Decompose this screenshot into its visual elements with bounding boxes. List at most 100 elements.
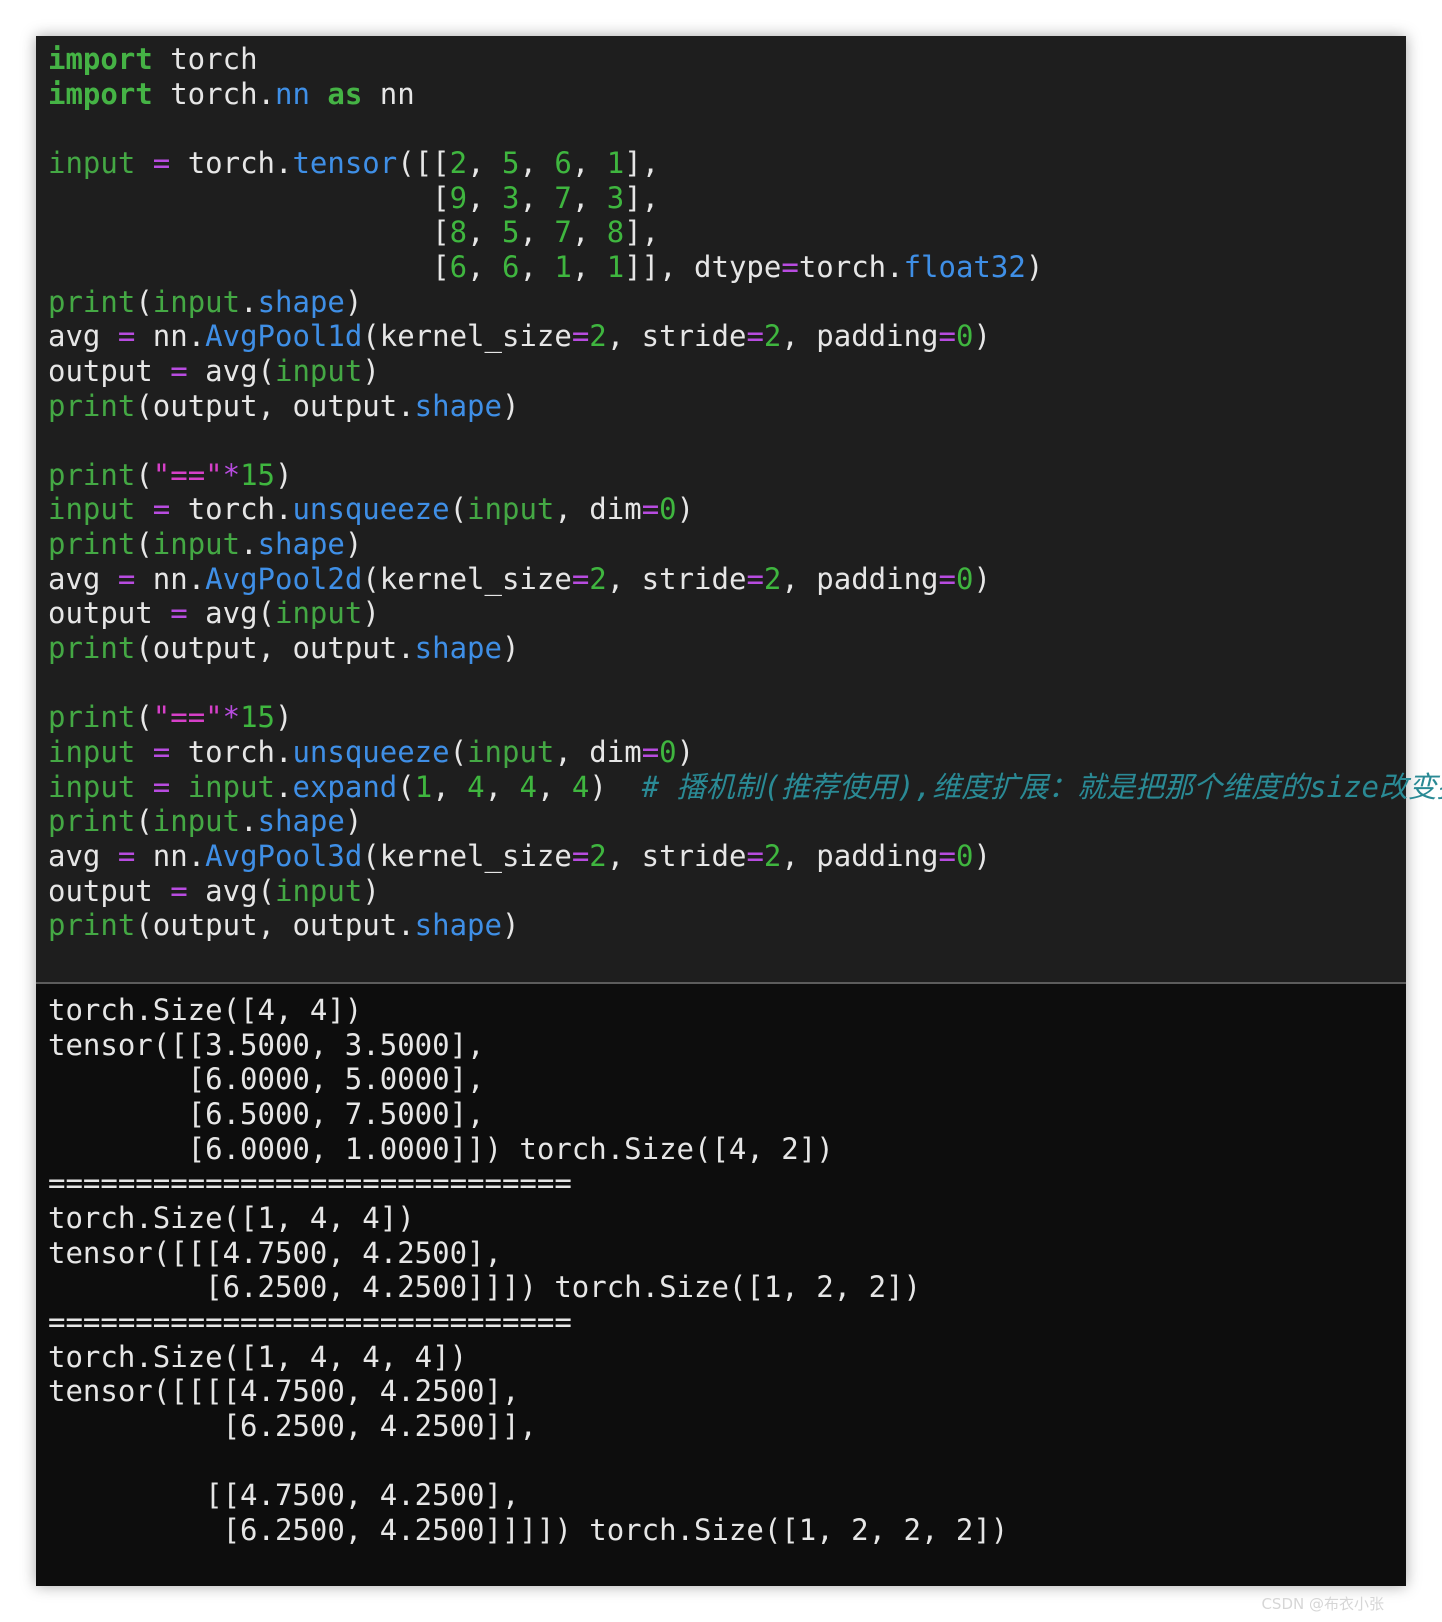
code-token: 2	[449, 145, 468, 180]
code-token: avg	[48, 838, 118, 873]
code-token: torch	[152, 42, 258, 76]
code-editor[interactable]: import torch import torch.nn as nn input =…	[36, 36, 1442, 984]
code-token: unsqueeze	[292, 735, 450, 769]
code-line: print(output, output.shape)	[48, 388, 519, 424]
code-token: shape	[257, 284, 345, 319]
code-token: input	[152, 284, 241, 319]
code-token: )	[275, 457, 293, 492]
code-token: 8	[606, 215, 625, 250]
code-token: ,	[571, 180, 607, 215]
code-line: [6, 6, 1, 1]], dtype=torch.float32)	[48, 249, 1043, 285]
code-token: =	[117, 319, 136, 354]
code-line: avg = nn.AvgPool1d(kernel_size=2, stride…	[48, 318, 991, 354]
code-token: =	[938, 561, 956, 596]
code-token: print	[48, 527, 136, 562]
code-token: )	[362, 873, 380, 908]
code-token: as	[327, 76, 363, 111]
output-line: ==============================	[48, 1304, 572, 1339]
code-token: nn	[274, 76, 310, 111]
code-token: )	[501, 908, 520, 943]
code-token: avg(	[187, 353, 275, 388]
code-line: import torch	[48, 41, 258, 77]
code-token: =	[571, 838, 590, 873]
code-line: avg = nn.AvgPool3d(kernel_size=2, stride…	[48, 838, 991, 874]
code-token: torch.	[170, 735, 293, 769]
code-token: *	[222, 700, 241, 735]
code-token: )	[973, 319, 991, 354]
code-token: 0	[659, 492, 677, 527]
code-token: )	[1025, 249, 1044, 284]
code-line: print("=="*15)	[48, 457, 292, 493]
code-token: 2	[763, 561, 782, 596]
code-token: input	[467, 735, 555, 769]
code-token: torch.	[152, 76, 275, 111]
code-token: input	[275, 353, 363, 388]
code-token: (output, output.	[135, 631, 415, 666]
code-token: 2	[589, 319, 607, 354]
code-token: (kernel_size	[362, 561, 572, 596]
code-token: =	[571, 561, 590, 596]
code-token: import	[48, 42, 153, 76]
code-token: .	[240, 527, 258, 562]
code-token: 0	[659, 735, 677, 769]
code-token: )	[676, 492, 695, 527]
code-token: # 播机制(推荐使用),维度扩展：就是把那个维度的size改变掉	[641, 769, 1442, 804]
code-token: =	[152, 492, 171, 527]
code-token: print	[48, 804, 136, 839]
code-token: AvgPool2d	[205, 561, 363, 596]
code-token: 6	[501, 249, 520, 284]
code-token: )	[344, 284, 363, 319]
code-token: ],	[624, 180, 660, 215]
code-token: ,	[571, 249, 607, 284]
code-token: =	[152, 769, 171, 804]
code-token: print	[48, 457, 136, 492]
code-token: 15	[240, 457, 276, 492]
code-line: print(input.shape)	[48, 803, 362, 839]
code-token: =	[938, 319, 956, 354]
code-token: 1	[606, 249, 625, 284]
code-token: shape	[414, 388, 502, 423]
code-line: output = avg(input)	[48, 873, 380, 909]
code-token: )	[501, 631, 520, 666]
code-token: nn	[362, 76, 415, 111]
code-token: input	[48, 145, 136, 180]
output-line: [6.0000, 5.0000],	[48, 1062, 485, 1097]
code-token: (output, output.	[135, 908, 415, 943]
code-token: )	[344, 527, 363, 562]
code-token: 3	[606, 180, 625, 215]
output-line: [[4.7500, 4.2500],	[48, 1478, 520, 1513]
code-token: input	[275, 873, 363, 908]
code-token: shape	[414, 908, 502, 943]
code-token: *	[222, 457, 241, 492]
code-token: 2	[589, 561, 607, 596]
output-line: [6.5000, 7.5000],	[48, 1096, 485, 1131]
code-token: print	[48, 631, 136, 666]
code-token: , padding	[781, 838, 939, 873]
code-line: input = torch.unsqueeze(input, dim=0)	[48, 491, 694, 527]
code-token: avg	[48, 319, 118, 354]
code-token: 7	[554, 180, 572, 215]
code-token: 7	[554, 215, 572, 250]
code-token: =	[746, 838, 764, 873]
code-token: (	[135, 457, 153, 492]
code-token: (	[135, 527, 153, 562]
code-token: (	[449, 735, 468, 769]
code-token: 2	[763, 838, 782, 873]
code-token: 4	[467, 769, 485, 804]
code-token: )	[344, 804, 363, 839]
code-line: print(input.shape)	[48, 284, 362, 320]
code-token: 2	[763, 319, 782, 354]
code-token: 0	[955, 561, 974, 596]
code-token: (	[135, 284, 153, 319]
code-token: (	[135, 804, 153, 839]
code-token: ,	[536, 769, 572, 804]
code-token: ]], dtype	[624, 249, 782, 284]
code-token: =	[571, 319, 590, 354]
output-line: tensor([[3.5000, 3.5000],	[48, 1027, 485, 1062]
code-token: )	[501, 388, 520, 423]
